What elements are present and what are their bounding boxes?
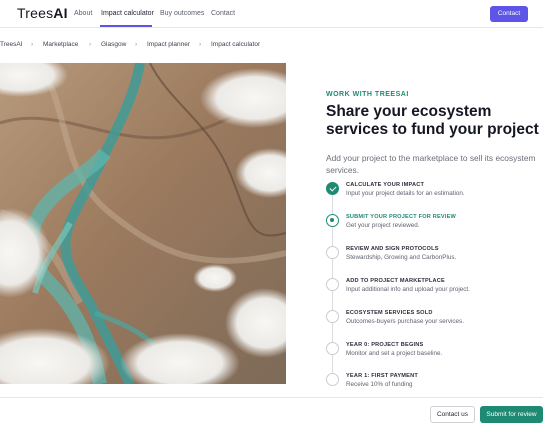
eyebrow-label: WORK WITH TREESAI [326,91,409,98]
step-title: ECOSYSTEM SERVICES SOLD [346,310,433,316]
page-title: Share your ecosystem services to fund yo… [326,103,539,138]
step-title: ADD TO PROJECT MARKETPLACE [346,278,445,284]
top-nav: TreesAI About Impact calculator Buy outc… [0,0,543,28]
logo-prefix: Trees [17,5,54,21]
step-submit-for-review: SUBMIT YOUR PROJECT FOR REVIEW Get your … [326,214,540,238]
step-calculate-impact: CALCULATE YOUR IMPACT Input your project… [326,182,540,206]
nav-contact[interactable]: Contact [211,10,235,17]
nav-impact-calculator[interactable]: Impact calculator [101,10,154,17]
contact-button[interactable]: Contact [490,6,528,22]
nav-buy-outcomes[interactable]: Buy outcomes [160,10,204,17]
step-description: Stewardship, Growing and CarbonPlus. [346,254,457,261]
pending-step-icon [326,278,339,291]
check-circle-icon [326,182,339,195]
step-year-0-project-begins: YEAR 0: PROJECT BEGINS Monitor and set a… [326,342,540,366]
step-year-1-first-payment: YEAR 1: FIRST PAYMENT Receive 10% of fun… [326,373,540,397]
step-description: Input your project details for an estima… [346,190,465,197]
step-description: Monitor and set a project baseline. [346,350,443,357]
pending-step-icon [326,246,339,259]
step-title: CALCULATE YOUR IMPACT [346,182,425,188]
breadcrumb-marketplace[interactable]: Marketplace [43,41,78,48]
submit-for-review-button[interactable]: Submit for review [480,406,543,423]
step-description: Receive 10% of funding [346,381,413,388]
step-description: Input additional info and upload your pr… [346,286,470,293]
breadcrumb-separator-icon: › [89,41,92,48]
step-title: REVIEW AND SIGN PROTOCOLS [346,246,439,252]
step-description: Outcomes-buyers purchase your services. [346,318,464,325]
breadcrumb-separator-icon: › [135,41,138,48]
logo-suffix: AI [53,5,68,21]
breadcrumb-impact-calculator: Impact calculator [211,41,261,48]
breadcrumb-glasgow[interactable]: Glasgow [101,41,126,48]
step-title: YEAR 1: FIRST PAYMENT [346,373,418,379]
aerial-river-image [0,63,286,384]
pending-step-icon [326,373,339,386]
treesai-logo[interactable]: TreesAI [17,5,68,21]
pending-step-icon [326,310,339,323]
step-description: Get your project reviewed. [346,222,420,229]
step-add-to-marketplace: ADD TO PROJECT MARKETPLACE Input additio… [326,278,540,302]
breadcrumb-treesai[interactable]: TreesAI [0,41,23,48]
active-nav-indicator [100,25,152,27]
breadcrumb-separator-icon: › [31,41,34,48]
current-step-icon [326,214,339,227]
breadcrumb-separator-icon: › [199,41,202,48]
breadcrumb-impact-planner[interactable]: Impact planner [147,41,190,48]
contact-us-button[interactable]: Contact us [430,406,475,423]
page-subtitle: Add your project to the marketplace to s… [326,153,536,175]
pending-step-icon [326,342,339,355]
step-title: SUBMIT YOUR PROJECT FOR REVIEW [346,214,457,220]
nav-about[interactable]: About [74,10,92,17]
step-review-sign-protocols: REVIEW AND SIGN PROTOCOLS Stewardship, G… [326,246,540,270]
footer-action-bar: Contact us Submit for review [0,397,543,438]
step-ecosystem-services-sold: ECOSYSTEM SERVICES SOLD Outcomes-buyers … [326,310,540,334]
step-title: YEAR 0: PROJECT BEGINS [346,342,424,348]
